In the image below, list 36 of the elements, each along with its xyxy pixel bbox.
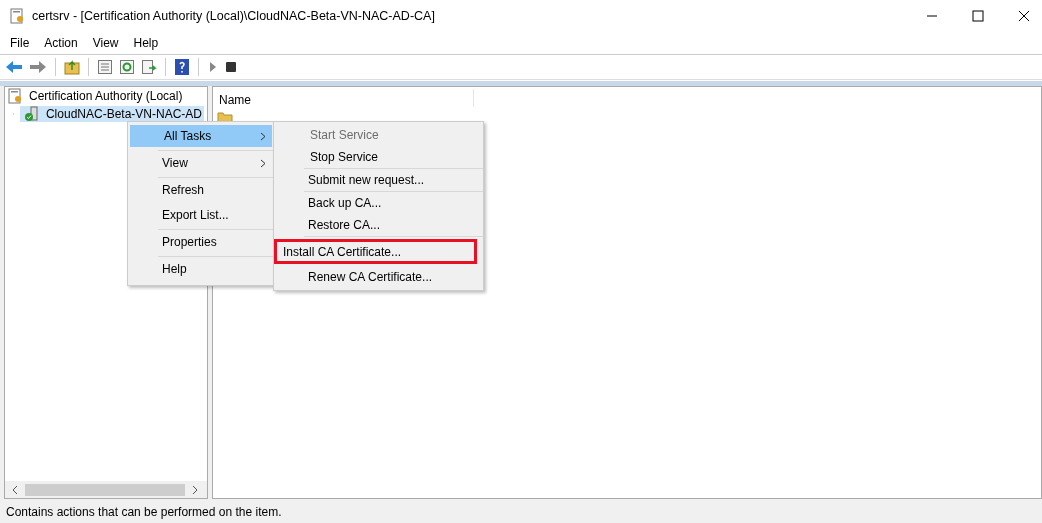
window-title: certsrv - [Certification Authority (Local)\CloudNAC-Beta-VN-NAC-AD-CA] bbox=[32, 9, 435, 23]
menu-item[interactable]: Restore CA... bbox=[274, 214, 481, 236]
menu-item[interactable]: Properties bbox=[128, 231, 272, 253]
forward-arrow-icon[interactable] bbox=[29, 59, 47, 75]
menu-item[interactable]: All Tasks bbox=[130, 125, 272, 147]
menu-item[interactable]: View bbox=[92, 36, 119, 50]
properties-icon[interactable] bbox=[97, 59, 113, 75]
scroll-right-icon[interactable] bbox=[191, 484, 199, 495]
status-text: Contains actions that can be performed on the item. bbox=[6, 505, 282, 519]
menu-item[interactable]: Back up CA... bbox=[274, 192, 481, 214]
stop-icon[interactable] bbox=[225, 60, 237, 74]
server-check-icon bbox=[23, 106, 40, 122]
menu-item[interactable]: Install CA Certificate... bbox=[274, 239, 477, 264]
tree-item[interactable]: CloudNAC-Beta-VN-NAC-AD bbox=[19, 106, 204, 122]
menu-item[interactable]: File bbox=[10, 36, 30, 50]
scroll-left-icon[interactable] bbox=[11, 484, 19, 495]
scrollbar-thumb[interactable] bbox=[25, 483, 185, 496]
folder-up-icon[interactable] bbox=[64, 59, 80, 75]
menu-item[interactable]: Help bbox=[133, 36, 159, 50]
menu-item[interactable]: Export List... bbox=[128, 204, 272, 226]
export-list-icon[interactable] bbox=[141, 59, 157, 75]
column-header[interactable]: Name bbox=[219, 89, 474, 107]
menu-item[interactable]: Stop Service bbox=[276, 146, 481, 168]
back-arrow-icon[interactable] bbox=[5, 59, 23, 75]
certificate-icon bbox=[10, 8, 26, 24]
refresh-icon[interactable] bbox=[119, 59, 135, 75]
menu-item[interactable]: View bbox=[128, 152, 272, 174]
menu-item[interactable]: Help bbox=[128, 258, 272, 280]
close-icon[interactable] bbox=[1018, 10, 1030, 22]
help-icon[interactable] bbox=[174, 58, 190, 76]
menu-item[interactable]: Action bbox=[44, 36, 78, 50]
maximize-icon[interactable] bbox=[972, 10, 984, 22]
menu-item[interactable]: Refresh bbox=[128, 179, 272, 201]
tree-item[interactable]: Certification Authority (Local) bbox=[29, 89, 183, 103]
menu-item[interactable]: Renew CA Certificate... bbox=[274, 266, 481, 288]
menu-item[interactable]: Submit new request... bbox=[274, 169, 481, 191]
